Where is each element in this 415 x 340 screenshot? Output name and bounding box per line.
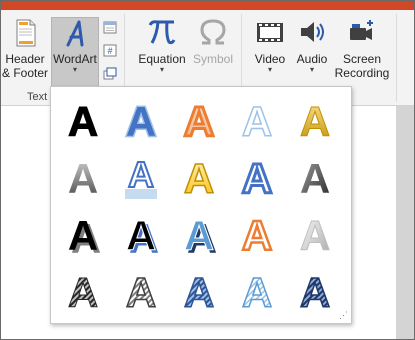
pi-icon <box>146 16 178 48</box>
wordart-style-option[interactable]: A <box>171 149 227 205</box>
video-button[interactable]: Video ▾ <box>250 16 290 90</box>
audio-dropdown-icon: ▾ <box>309 65 314 74</box>
wordart-style-option[interactable]: A <box>229 149 285 205</box>
wordart-style-option[interactable]: AA <box>171 206 227 263</box>
svg-text:A: A <box>242 98 272 145</box>
wordart-style-option[interactable]: A <box>55 92 111 148</box>
svg-text:A: A <box>184 98 214 145</box>
wordart-style-option[interactable]: AA <box>55 206 111 262</box>
wordart-icon <box>59 19 91 49</box>
svg-text:A: A <box>68 155 98 202</box>
svg-text:A: A <box>126 269 156 316</box>
wordart-style-option[interactable]: AA <box>113 206 169 263</box>
wordart-label: WordArt <box>53 52 97 66</box>
screen-recording-button[interactable]: Screen Recording <box>332 16 392 90</box>
header-footer-label-2: & Footer <box>1 66 49 80</box>
object-icon[interactable] <box>103 67 117 80</box>
wordart-style-option[interactable]: A <box>287 206 343 262</box>
svg-text:A: A <box>300 212 330 259</box>
svg-text:A: A <box>184 212 214 259</box>
symbol-button[interactable]: Symbol <box>190 16 236 90</box>
wordart-button[interactable]: WordArt ▾ <box>51 17 99 91</box>
equation-button[interactable]: Equation ▾ <box>137 16 187 90</box>
screen-recording-label-1: Screen <box>342 52 382 66</box>
wordart-dropdown-icon: ▾ <box>72 65 77 74</box>
wordart-style-option[interactable]: A <box>229 92 285 148</box>
video-dropdown-icon: ▾ <box>267 65 272 74</box>
svg-text:A: A <box>126 212 156 259</box>
wordart-style-option[interactable]: A <box>171 263 227 319</box>
svg-text:A: A <box>184 155 214 202</box>
wordart-gallery: A A A A A A A A A A AA A A A A A A A A A… <box>50 86 352 324</box>
svg-text:#: # <box>107 46 112 56</box>
svg-text:A: A <box>68 98 98 145</box>
svg-text:A: A <box>68 212 98 259</box>
svg-text:A: A <box>300 269 330 316</box>
equation-dropdown-icon: ▾ <box>159 65 164 74</box>
wordart-style-option[interactable]: A <box>229 263 285 319</box>
omega-icon <box>197 16 229 48</box>
slide-number-icon[interactable]: # <box>103 44 117 57</box>
wordart-style-option[interactable]: A <box>287 92 343 148</box>
date-time-icon[interactable] <box>103 21 117 34</box>
svg-text:A: A <box>300 98 330 145</box>
svg-text:A: A <box>184 269 214 316</box>
video-label: Video <box>254 52 286 66</box>
screen-recording-label-2: Recording <box>334 66 390 80</box>
wordart-style-option[interactable]: A <box>171 92 227 148</box>
header-footer-icon <box>9 17 41 49</box>
svg-text:A: A <box>126 98 156 145</box>
text-group-label: Text <box>27 91 48 103</box>
wordart-style-option[interactable]: A <box>287 149 343 205</box>
symbol-label: Symbol <box>192 52 233 66</box>
title-bar <box>1 1 414 10</box>
wordart-style-option[interactable]: A <box>229 206 285 262</box>
group-separator <box>396 14 397 102</box>
svg-text:A: A <box>242 155 272 202</box>
wordart-style-option[interactable]: A <box>55 149 111 205</box>
speaker-icon <box>296 16 328 48</box>
screen-recording-icon <box>346 16 378 48</box>
svg-text:A: A <box>242 212 272 259</box>
svg-text:A: A <box>68 269 98 316</box>
header-footer-button[interactable]: Header & Footer <box>1 16 49 86</box>
wordart-style-option[interactable]: A <box>113 92 169 148</box>
audio-label: Audio <box>296 52 328 66</box>
wordart-style-option[interactable]: A <box>287 263 343 319</box>
film-strip-icon <box>254 16 286 48</box>
resize-grip-icon[interactable]: ⋰ <box>339 310 348 321</box>
audio-button[interactable]: Audio ▾ <box>292 16 332 90</box>
equation-label: Equation <box>138 52 186 66</box>
svg-text:A: A <box>242 269 272 316</box>
wordart-style-option[interactable]: A <box>55 263 111 319</box>
wordart-style-option[interactable]: A <box>113 149 169 205</box>
wordart-style-option[interactable]: A <box>113 263 169 319</box>
header-footer-label-1: Header <box>5 52 45 66</box>
svg-text:A: A <box>128 154 154 195</box>
svg-text:A: A <box>300 155 330 202</box>
powerpoint-window: Header & Footer WordArt ▾ # Text Equatio… <box>0 0 415 340</box>
